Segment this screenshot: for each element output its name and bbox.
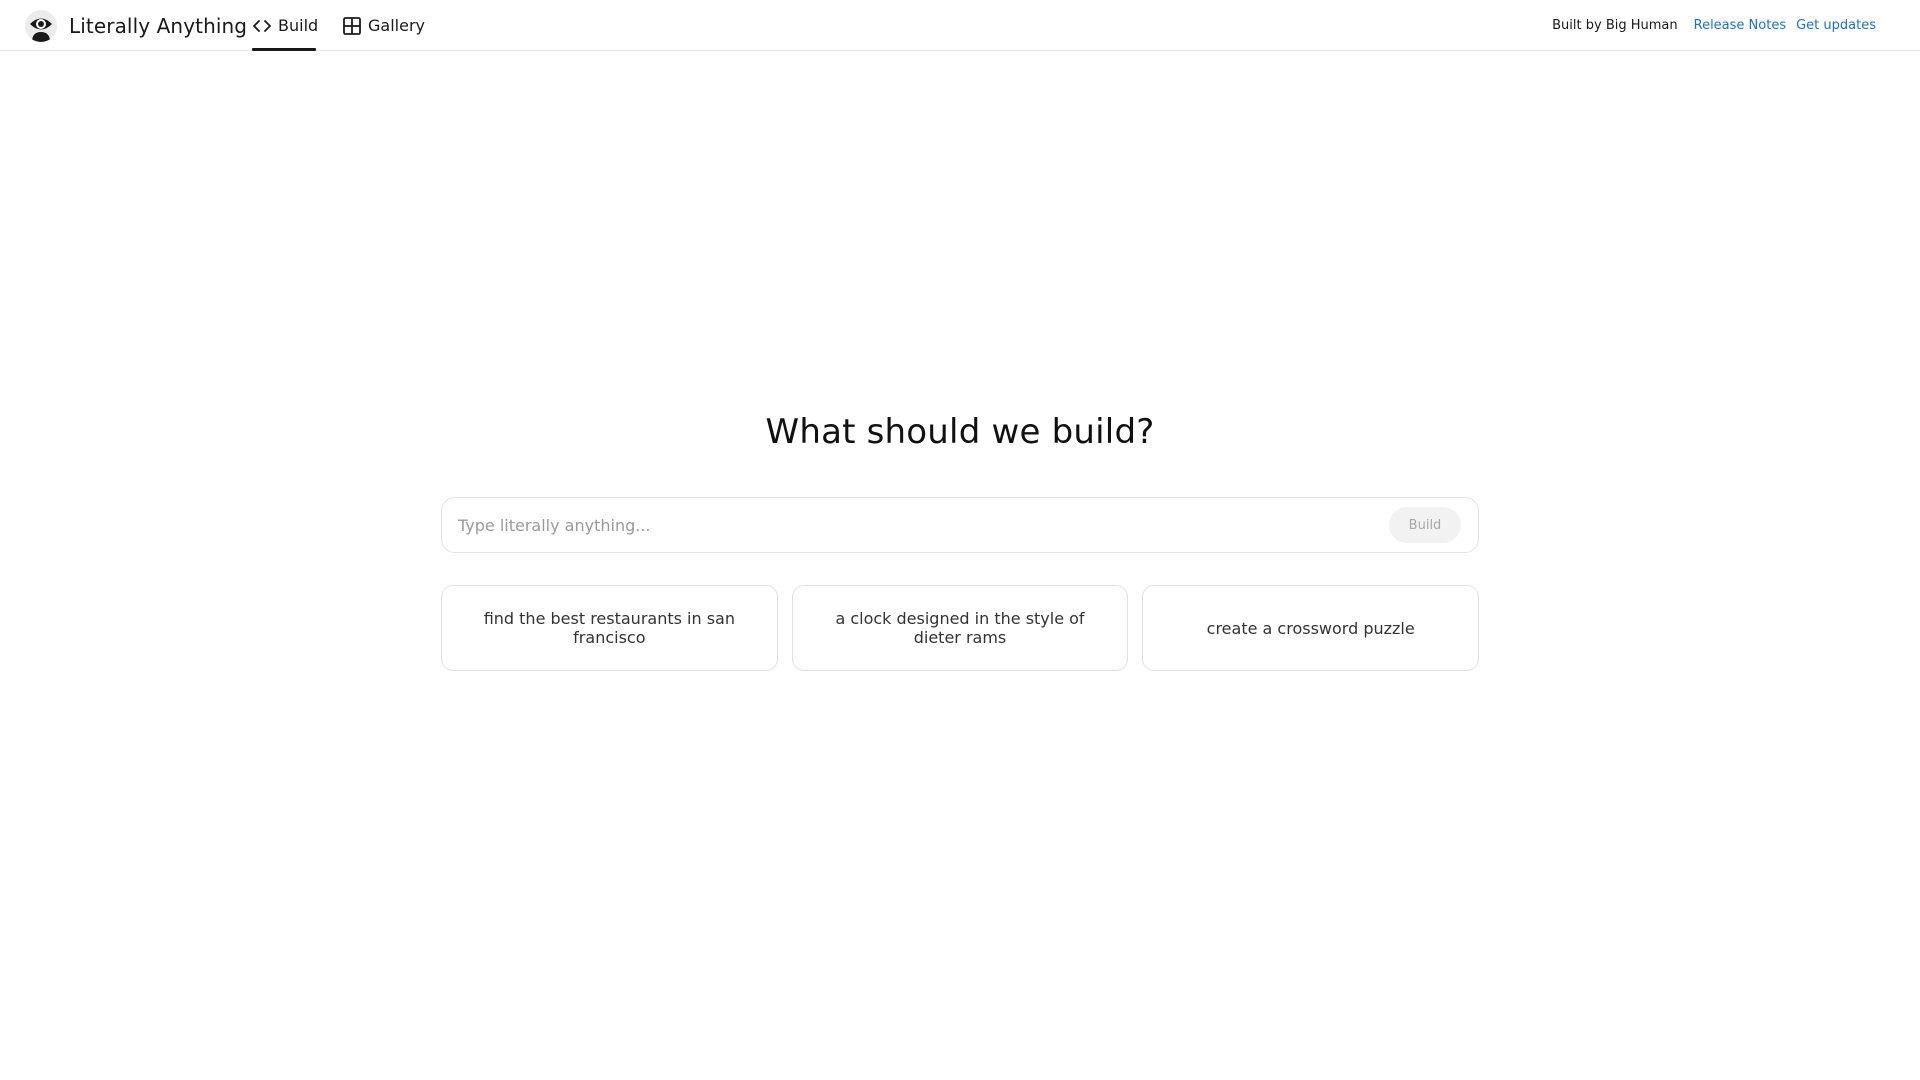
suggestion-card[interactable]: create a crossword puzzle xyxy=(1142,585,1480,671)
built-by-text[interactable]: Built by Big Human xyxy=(1552,18,1678,33)
tab-build-label: Build xyxy=(278,16,319,35)
top-bar: Literally Anything Build Gallery Built b… xyxy=(0,0,1920,51)
eye-person-icon xyxy=(25,10,57,42)
suggestion-card[interactable]: find the best restaurants in san francis… xyxy=(441,585,778,671)
tab-gallery[interactable]: Gallery xyxy=(342,0,425,51)
tab-gallery-label: Gallery xyxy=(368,16,425,35)
brand-name: Literally Anything xyxy=(69,14,248,38)
build-button[interactable]: Build xyxy=(1389,507,1461,543)
page-title: What should we build? xyxy=(765,412,1155,452)
tab-build[interactable]: Build xyxy=(252,0,319,51)
get-updates-link[interactable]: Get updates xyxy=(1796,18,1876,33)
code-brackets-icon xyxy=(252,16,272,36)
main-nav: Build Gallery xyxy=(252,0,425,51)
prompt-box: Build xyxy=(441,497,1479,553)
grid-icon xyxy=(342,16,362,36)
release-notes-link[interactable]: Release Notes xyxy=(1694,18,1786,33)
brand[interactable]: Literally Anything xyxy=(25,10,247,42)
prompt-input[interactable] xyxy=(442,498,1389,552)
suggestion-card[interactable]: a clock designed in the style of dieter … xyxy=(791,585,1129,671)
suggestion-list: find the best restaurants in san francis… xyxy=(441,585,1480,671)
header-links: Built by Big Human Release Notes Get upd… xyxy=(1552,0,1876,51)
